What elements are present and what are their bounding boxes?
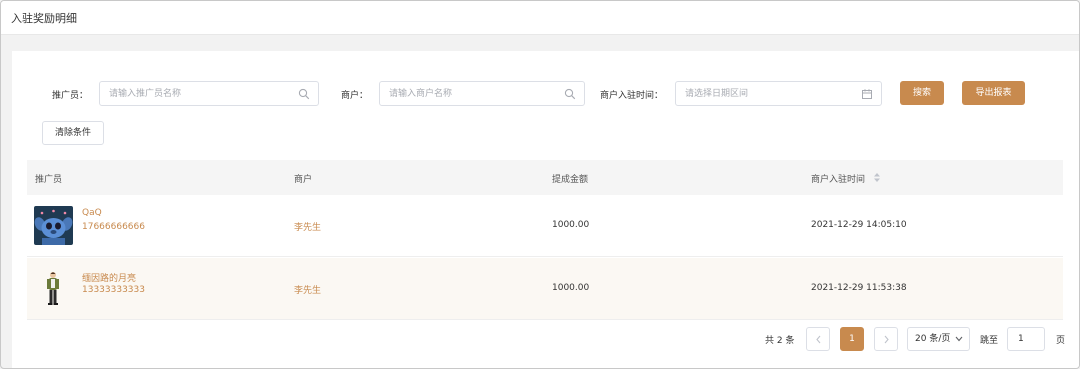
page-header: 入驻奖励明细	[1, 1, 1079, 35]
join-time: 2021-12-29 11:53:38	[811, 283, 907, 293]
commission-amount: 1000.00	[552, 220, 590, 230]
join-time: 2021-12-29 14:05:10	[811, 220, 907, 230]
table-header: 推广员 商户 提成金额 商户入驻时间	[27, 160, 1063, 195]
promoter-phone[interactable]: 13333333333	[82, 285, 145, 295]
promoter-search-field[interactable]	[99, 81, 319, 106]
promoter-phone[interactable]: 17666666666	[82, 222, 145, 232]
merchant-name[interactable]: 李先生	[294, 220, 321, 233]
chevron-right-icon	[884, 335, 889, 344]
standing-person-avatar-icon	[34, 269, 73, 308]
chevron-left-icon	[816, 335, 821, 344]
date-range-picker[interactable]	[675, 81, 882, 106]
export-report-button[interactable]: 导出报表	[962, 81, 1025, 105]
search-button[interactable]: 搜索	[900, 81, 944, 105]
commission-amount: 1000.00	[552, 283, 590, 293]
table-row: 缅因路的月亮 13333333333 李先生 1000.00 2021-12-2…	[27, 258, 1063, 320]
search-icon[interactable]	[564, 88, 576, 100]
table-row: QaQ 17666666666 李先生 1000.00 2021-12-29 1…	[27, 195, 1063, 257]
sort-icon[interactable]	[873, 172, 881, 183]
calendar-icon[interactable]	[861, 88, 873, 100]
page-size-select[interactable]: 20 条/页	[907, 327, 970, 351]
page-size-value: 20 条/页	[915, 334, 951, 344]
promoter-filter-label: 推广员：	[52, 91, 89, 101]
column-header-join-time[interactable]: 商户入驻时间	[811, 172, 865, 185]
promoter-name[interactable]: 缅因路的月亮	[82, 271, 136, 284]
merchant-filter-label: 商户：	[341, 91, 369, 101]
promoter-name[interactable]: QaQ	[82, 208, 102, 218]
window-frame: 入驻奖励明细 推广员： 商户： 商户入驻时间：	[0, 0, 1080, 369]
merchant-name[interactable]: 李先生	[294, 283, 321, 296]
jump-label: 跳至	[980, 336, 999, 346]
merchant-search-field[interactable]	[379, 81, 585, 106]
column-header-merchant: 商户	[294, 175, 313, 185]
date-filter-label: 商户入驻时间：	[600, 91, 664, 101]
pagination: 共 2 条 1 20 条/页 跳至 1 页	[12, 327, 1079, 353]
date-range-input[interactable]	[685, 87, 835, 101]
chevron-down-icon	[955, 336, 963, 342]
page-number-button[interactable]: 1	[840, 327, 864, 351]
total-count: 共 2 条	[765, 336, 795, 346]
page-title: 入驻奖励明细	[11, 12, 77, 25]
prev-page-button[interactable]	[806, 327, 830, 351]
content-card: 推广员： 商户： 商户入驻时间： 搜索	[12, 51, 1079, 368]
jump-page-input[interactable]: 1	[1007, 327, 1045, 351]
promoter-search-input[interactable]	[109, 87, 259, 101]
page-unit-label: 页	[1056, 336, 1066, 346]
column-header-promoter: 推广员	[35, 175, 63, 185]
merchant-search-input[interactable]	[389, 87, 539, 101]
next-page-button[interactable]	[874, 327, 898, 351]
column-header-amount: 提成金额	[552, 175, 589, 185]
blue-creature-avatar-icon	[34, 206, 73, 245]
search-icon[interactable]	[298, 88, 310, 100]
clear-filters-button[interactable]: 清除条件	[42, 121, 104, 145]
